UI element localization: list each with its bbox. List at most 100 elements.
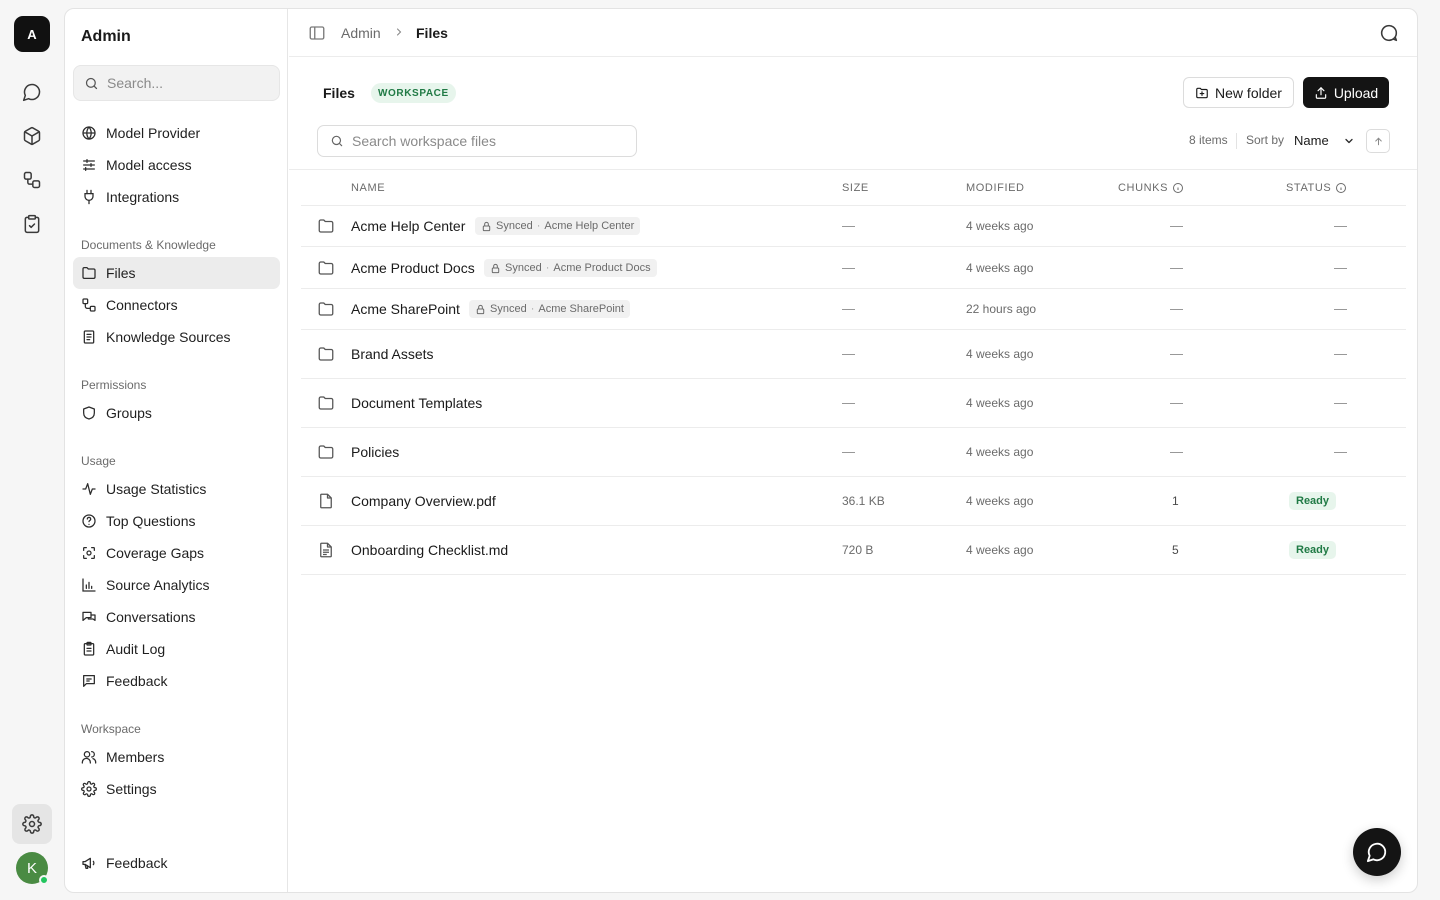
globe-icon <box>81 125 97 141</box>
sidebar-section-title: Documents & Knowledge <box>81 238 216 252</box>
sidebar-item-files[interactable]: Files <box>73 257 280 289</box>
book-icon <box>81 329 97 345</box>
sidebar-footer-feedback[interactable]: Feedback <box>73 847 280 879</box>
rail-workflows-button[interactable] <box>12 160 52 200</box>
sidebar-item-label: Files <box>106 265 136 281</box>
sidebar-search-input[interactable] <box>107 75 267 91</box>
rail-chat-button[interactable] <box>12 72 52 112</box>
upload-button[interactable]: Upload <box>1303 77 1389 108</box>
file-name[interactable]: Acme Product Docs <box>351 260 475 276</box>
sidebar-item-groups[interactable]: Groups <box>73 397 280 429</box>
sidebar-item-label: Audit Log <box>106 641 166 657</box>
folder-icon <box>81 265 97 281</box>
chevron-down-icon[interactable] <box>1343 135 1355 147</box>
chat-bubble-icon <box>22 82 42 102</box>
file-size: 36.1 KB <box>842 494 885 508</box>
sidebar-item-coverage-gaps[interactable]: Coverage Gaps <box>73 537 280 569</box>
file-chunks: 1 <box>1172 494 1179 508</box>
user-avatar[interactable]: K <box>16 852 49 885</box>
breadcrumb-admin[interactable]: Admin <box>341 25 381 41</box>
file-icon <box>317 492 335 510</box>
sidebar-item-label: Feedback <box>106 673 168 689</box>
top-bar: Admin Files <box>289 9 1417 57</box>
sidebar-item-label: Source Analytics <box>106 577 210 593</box>
sidebar-item-source-analytics[interactable]: Source Analytics <box>73 569 280 601</box>
table-row[interactable]: Brand Assets — 4 weeks ago — — <box>301 330 1406 379</box>
sidebar-item-usage-statistics[interactable]: Usage Statistics <box>73 473 280 505</box>
sidebar-item-members[interactable]: Members <box>73 741 280 773</box>
sidebar-item-label: Conversations <box>106 609 196 625</box>
table-row[interactable]: Acme SharePoint Synced · Acme SharePoint —… <box>301 289 1406 330</box>
file-name[interactable]: Acme SharePoint <box>351 301 460 317</box>
sidebar-item-settings[interactable]: Settings <box>73 773 280 805</box>
file-name[interactable]: Policies <box>351 444 399 460</box>
file-chunks: — <box>1170 346 1183 361</box>
rail-tasks-button[interactable] <box>12 204 52 244</box>
table-row[interactable]: Company Overview.pdf 36.1 KB 4 weeks ago… <box>301 477 1406 526</box>
online-status-dot <box>39 875 49 885</box>
users-icon <box>81 749 97 765</box>
file-chunks: — <box>1170 301 1183 316</box>
file-chunks: — <box>1170 395 1183 410</box>
folder-icon <box>317 394 335 412</box>
column-chunks[interactable]: CHUNKS <box>1118 182 1184 194</box>
table-row[interactable]: Policies — 4 weeks ago — — <box>301 428 1406 477</box>
chat-fab-button[interactable] <box>1353 828 1401 876</box>
gear-icon <box>22 814 42 834</box>
chat-icon[interactable] <box>1378 22 1400 44</box>
file-status: — <box>1334 301 1347 316</box>
file-size: — <box>842 218 855 233</box>
sort-direction-button[interactable] <box>1366 129 1390 153</box>
table-row[interactable]: Onboarding Checklist.md 720 B 4 weeks ag… <box>301 526 1406 575</box>
arrow-up-icon <box>1373 136 1384 147</box>
files-search[interactable] <box>317 125 637 157</box>
table-row[interactable]: Acme Product Docs Synced · Acme Product Do… <box>301 247 1406 289</box>
rail-settings-button[interactable] <box>12 804 52 844</box>
sidebar-search[interactable] <box>73 65 280 101</box>
column-modified[interactable]: MODIFIED <box>966 182 1025 194</box>
file-size: — <box>842 395 855 410</box>
sidebar-item-conversations[interactable]: Conversations <box>73 601 280 633</box>
sidebar-item-integrations[interactable]: Integrations <box>73 181 280 213</box>
text-file-icon <box>317 541 335 559</box>
table-row[interactable]: Document Templates — 4 weeks ago — — <box>301 379 1406 428</box>
column-name[interactable]: NAME <box>351 182 385 194</box>
sidebar-item-knowledge-sources[interactable]: Knowledge Sources <box>73 321 280 353</box>
sidebar-item-top-questions[interactable]: Top Questions <box>73 505 280 537</box>
sidebar-item-feedback[interactable]: Feedback <box>73 665 280 697</box>
sidebar-item-model-access[interactable]: Model access <box>73 149 280 181</box>
megaphone-icon <box>81 855 97 871</box>
sidebar-item-label: Feedback <box>106 855 168 871</box>
sidebar-item-audit-log[interactable]: Audit Log <box>73 633 280 665</box>
scan-icon <box>81 545 97 561</box>
sidebar-toggle-icon[interactable] <box>308 24 326 42</box>
file-name[interactable]: Document Templates <box>351 395 482 411</box>
info-icon[interactable] <box>1172 182 1184 194</box>
workspace-logo[interactable]: A <box>14 16 50 52</box>
gear-icon <box>81 781 97 797</box>
info-icon[interactable] <box>1335 182 1347 194</box>
clipboard-icon <box>81 641 97 657</box>
sort-select[interactable]: Name <box>1294 133 1329 148</box>
sidebar-section-title: Usage <box>81 454 116 468</box>
file-name[interactable]: Brand Assets <box>351 346 434 362</box>
rail-models-button[interactable] <box>12 116 52 156</box>
sidebar-item-connectors[interactable]: Connectors <box>73 289 280 321</box>
file-name[interactable]: Company Overview.pdf <box>351 493 496 509</box>
search-icon <box>84 76 99 91</box>
item-count: 8 items <box>1189 133 1228 147</box>
column-size[interactable]: SIZE <box>842 182 869 194</box>
admin-sidebar: Admin Model Provider Model access Integr… <box>65 9 288 892</box>
new-folder-button[interactable]: New folder <box>1183 77 1294 108</box>
file-modified: 4 weeks ago <box>966 396 1034 410</box>
breadcrumb-current: Files <box>416 25 448 41</box>
table-header: NAME SIZE MODIFIED CHUNKS STATUS <box>301 170 1406 206</box>
files-search-input[interactable] <box>352 133 622 149</box>
sidebar-item-model-provider[interactable]: Model Provider <box>73 117 280 149</box>
column-status[interactable]: STATUS <box>1286 182 1347 194</box>
table-row[interactable]: Acme Help Center Synced · Acme Help Center… <box>301 206 1406 247</box>
help-circle-icon <box>81 513 97 529</box>
file-name[interactable]: Onboarding Checklist.md <box>351 542 508 558</box>
avatar-initial: K <box>26 859 37 877</box>
file-name[interactable]: Acme Help Center <box>351 218 465 234</box>
